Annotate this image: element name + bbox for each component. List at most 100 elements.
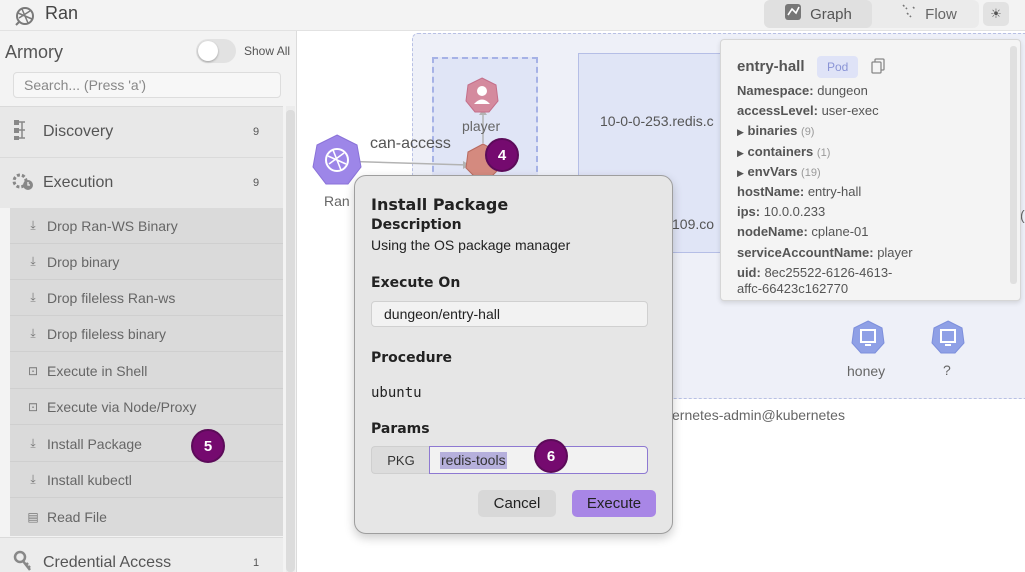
hierarchy-icon [11, 119, 35, 146]
theme-toggle-button[interactable]: ☀ [983, 2, 1009, 26]
graph-view-label: Graph [810, 5, 852, 23]
flow-view-label: Flow [925, 5, 957, 23]
step-marker-5: 5 [191, 429, 225, 463]
detail-uid: uid: 8ec25522-6126-4613- [737, 265, 892, 280]
technique-item[interactable]: ⤓ Install kubectl [10, 462, 283, 498]
detail-key: accessLevel: [737, 103, 818, 118]
detail-uid-cont: affc-66423c162770 [737, 281, 848, 296]
detail-count: (9) [801, 126, 815, 138]
flow-icon [901, 3, 917, 25]
technique-label: Execute in Shell [47, 362, 148, 379]
execute-on-heading: Execute On [371, 275, 461, 291]
detail-binaries[interactable]: ▶ binaries (9) [737, 123, 814, 138]
flow-view-button[interactable]: Flow [884, 0, 974, 28]
technique-label: Drop binary [47, 253, 120, 270]
detail-key: containers [747, 144, 814, 159]
category-count: 9 [253, 177, 260, 189]
pkg-param-label: PKG [371, 446, 430, 474]
description-heading: Description [371, 217, 462, 233]
detail-access-level: accessLevel: user-exec [737, 103, 879, 118]
technique-label: Install kubectl [47, 471, 132, 488]
technique-item[interactable]: ⤓ Drop fileless binary [10, 316, 283, 352]
armory-sidebar: Armory Show All Discovery 9 Execution 9 … [0, 31, 297, 572]
detail-key: uid: [737, 265, 761, 280]
step-marker-6: 6 [534, 439, 568, 473]
expand-triangle-icon: ▶ [737, 148, 744, 158]
technique-item[interactable]: ⤓ Drop Ran-WS Binary [10, 208, 283, 244]
terminal-icon: ⊡ [27, 363, 39, 378]
detail-key: ips: [737, 204, 761, 219]
detail-nodename: nodeName: cplane-01 [737, 224, 869, 239]
scrollbar-thumb[interactable] [286, 110, 295, 572]
download-icon: ⤓ [30, 290, 36, 304]
procedure-value: ubuntu [371, 385, 422, 401]
technique-item[interactable]: ⊡ Execute in Shell [10, 353, 283, 389]
unknown-node-label: ? [943, 362, 951, 378]
technique-label: Execute via Node/Proxy [47, 398, 197, 415]
detail-envvars[interactable]: ▶ envVars (19) [737, 164, 821, 179]
category-credential-access[interactable]: Credential Access 1 [0, 537, 283, 572]
detail-value: 10.0.0.233 [763, 204, 826, 219]
honey-node-label: honey [847, 363, 886, 379]
unknown-node-icon[interactable] [931, 320, 965, 359]
category-label: Execution [43, 174, 114, 191]
copy-icon[interactable] [871, 58, 885, 77]
node-details-panel: entry-hall Pod Namespace: dungeon access… [720, 39, 1021, 301]
category-count: 9 [253, 126, 260, 138]
cluster-label: ernetes-admin@kubernetes [672, 407, 845, 423]
sidebar-scrollbar[interactable] [286, 106, 295, 572]
install-package-dialog: Install Package Description Using the OS… [354, 175, 673, 534]
player-node-icon[interactable] [465, 77, 499, 118]
terminal-icon: ⊡ [27, 399, 39, 414]
detail-key: Namespace: [737, 83, 814, 98]
step-marker-4: 4 [485, 138, 519, 172]
search-input[interactable] [13, 72, 281, 98]
description-text: Using the OS package manager [371, 237, 571, 253]
show-all-toggle[interactable] [196, 39, 236, 63]
execute-on-field: dungeon/entry-hall [371, 301, 648, 327]
show-all-label: Show All [244, 44, 291, 58]
yarn-ball-icon [14, 3, 36, 33]
detail-value: player [877, 245, 913, 260]
gear-clock-icon [11, 170, 35, 197]
technique-item[interactable]: ▤ Read File [10, 499, 283, 535]
download-icon: ⤓ [30, 472, 36, 486]
detail-namespace: Namespace: dungeon [737, 83, 868, 98]
detail-value: user-exec [821, 103, 879, 118]
sun-icon: ☀ [990, 6, 1002, 21]
technique-label: Drop Ran-WS Binary [47, 217, 178, 234]
graph-view-button[interactable]: Graph [764, 0, 872, 28]
detail-count: (1) [816, 147, 831, 159]
detail-key: binaries [747, 123, 798, 138]
detail-value: cplane-01 [811, 224, 869, 239]
toggle-knob [198, 41, 218, 61]
category-execution[interactable]: Execution 9 [0, 157, 283, 208]
player-node-label: player [462, 118, 501, 134]
detail-ips: ips: 10.0.0.233 [737, 204, 825, 219]
detail-value: dungeon [817, 83, 868, 98]
pkg-param-value-selected[interactable]: redis-tools [440, 452, 507, 469]
technique-label: Read File [47, 509, 107, 525]
ran-node-label: Ran [324, 193, 350, 209]
execute-button[interactable]: Execute [572, 490, 656, 517]
detail-service-account: serviceAccountName: player [737, 245, 913, 260]
download-icon: ⤓ [30, 254, 36, 268]
detail-containers[interactable]: ▶ containers (1) [737, 144, 830, 159]
honey-node-icon[interactable] [851, 320, 885, 359]
technique-item[interactable]: ⤓ Drop binary [10, 244, 283, 280]
cancel-button[interactable]: Cancel [478, 490, 556, 517]
technique-item-install-package[interactable]: ⤓ Install Package [10, 426, 283, 462]
detail-key: hostName: [737, 184, 805, 199]
detail-value: 8ec25522-6126-4613- [764, 265, 893, 280]
category-discovery[interactable]: Discovery 9 [0, 106, 283, 157]
armory-title: Armory [5, 42, 63, 62]
technique-item[interactable]: ⤓ Drop fileless Ran-ws [10, 280, 283, 316]
details-scrollbar[interactable] [1010, 46, 1017, 284]
edge-label: can-access [370, 135, 451, 152]
category-label: Discovery [43, 123, 114, 140]
category-label: Credential Access [43, 554, 172, 571]
detail-key: envVars [747, 164, 798, 179]
details-title: entry-hall [737, 58, 805, 75]
technique-item[interactable]: ⊡ Execute via Node/Proxy [10, 389, 283, 425]
technique-label: Drop fileless binary [47, 325, 167, 342]
